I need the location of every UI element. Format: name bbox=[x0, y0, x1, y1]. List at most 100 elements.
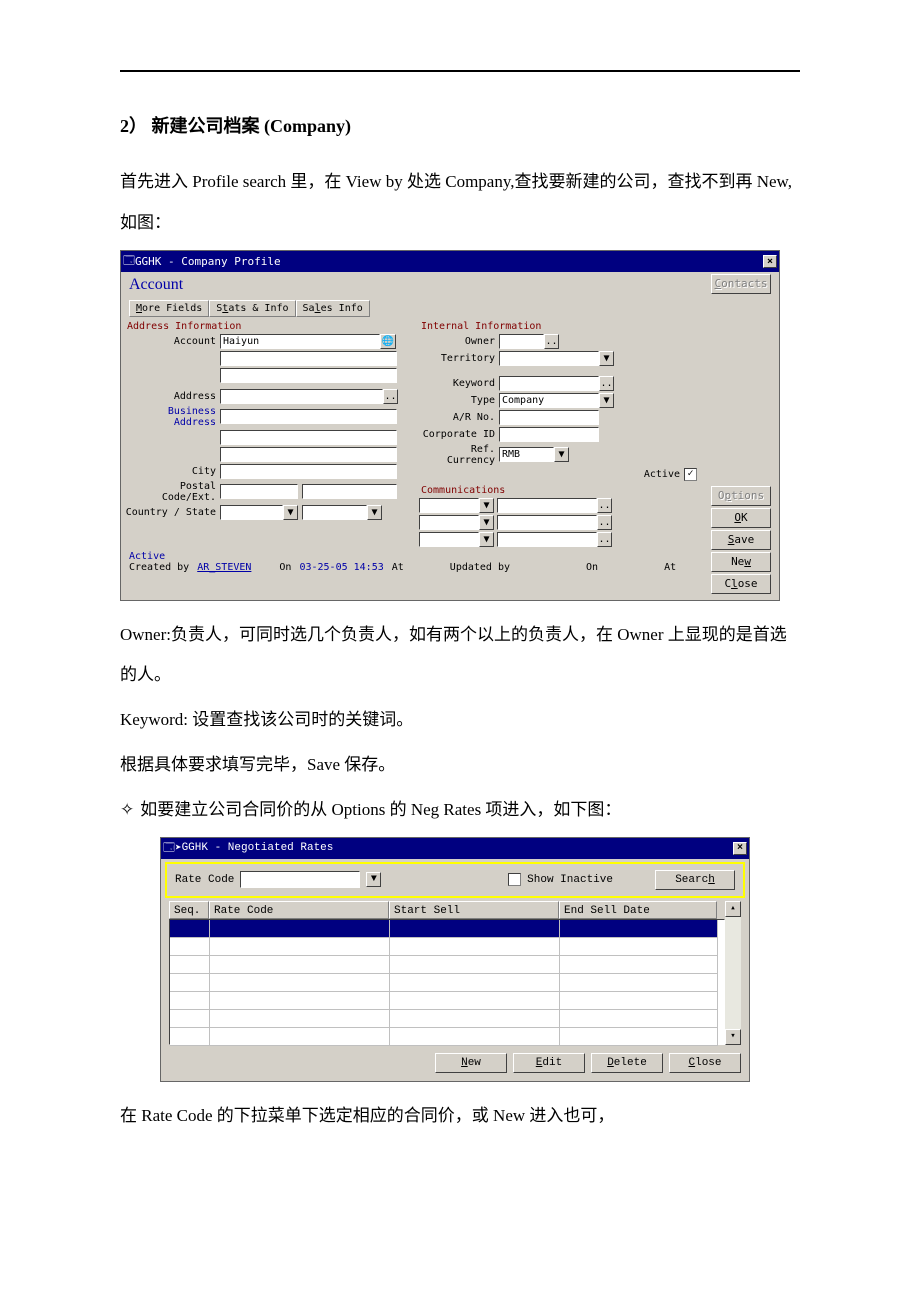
comm-type-3[interactable] bbox=[419, 532, 479, 547]
col-end-sell[interactable]: End Sell Date bbox=[559, 901, 717, 919]
tab-more-fields[interactable]: More Fields bbox=[129, 300, 209, 317]
address-line4[interactable] bbox=[220, 447, 397, 462]
rates-new-button[interactable]: New bbox=[435, 1053, 507, 1073]
address-field[interactable] bbox=[220, 389, 383, 404]
comm-2-button[interactable]: .. bbox=[597, 515, 612, 530]
show-inactive-checkbox[interactable] bbox=[508, 873, 521, 886]
paragraph-6: 在 Rate Code 的下拉菜单下选定相应的合同价，或 New 进入也可， bbox=[120, 1096, 800, 1137]
label-country: Country / State bbox=[125, 507, 220, 518]
country-dropdown[interactable]: ▼ bbox=[283, 505, 298, 520]
created-by-label: Created by bbox=[129, 562, 189, 573]
country-field[interactable] bbox=[220, 505, 283, 520]
refcur-dropdown[interactable]: ▼ bbox=[554, 447, 569, 462]
postal-code-field[interactable] bbox=[220, 484, 298, 499]
label-show-inactive: Show Inactive bbox=[527, 874, 613, 886]
new-button[interactable]: New bbox=[711, 552, 771, 572]
account-line3[interactable] bbox=[220, 368, 397, 383]
state-dropdown[interactable]: ▼ bbox=[367, 505, 382, 520]
screenshot-negotiated-rates: 🗔 ➤ GGHK - Negotiated Rates × Rate Code … bbox=[160, 837, 750, 1082]
close-icon[interactable]: × bbox=[763, 255, 777, 268]
created-on-label: On bbox=[279, 562, 291, 573]
rates-close-button[interactable]: Close bbox=[669, 1053, 741, 1073]
keyword-field[interactable] bbox=[499, 376, 599, 391]
section-heading: 2） 新建公司档案 (Company) bbox=[120, 112, 800, 138]
territory-dropdown[interactable]: ▼ bbox=[599, 351, 614, 366]
table-row bbox=[170, 956, 724, 974]
keyword-browse-button[interactable]: .. bbox=[599, 376, 614, 391]
save-button[interactable]: Save bbox=[711, 530, 771, 550]
label-address: Address bbox=[125, 391, 220, 402]
owner-browse-button[interactable]: .. bbox=[544, 334, 559, 349]
label-type: Type bbox=[419, 395, 499, 406]
close-button[interactable]: Close bbox=[711, 574, 771, 594]
created-by-user[interactable]: AR_STEVEN bbox=[197, 562, 251, 573]
globe-icon[interactable]: 🌐 bbox=[380, 334, 396, 349]
paragraph-5: ✧如要建立公司合同价的从 Options 的 Neg Rates 项进入，如下图… bbox=[120, 790, 800, 831]
rate-code-field[interactable] bbox=[240, 871, 360, 888]
tab-stats-info[interactable]: Stats & Info bbox=[209, 300, 295, 317]
active-checkbox[interactable]: ✓ bbox=[684, 468, 697, 481]
rate-code-dropdown[interactable]: ▼ bbox=[366, 872, 381, 887]
table-row bbox=[170, 992, 724, 1010]
comm-value-2[interactable] bbox=[497, 515, 597, 530]
postal-ext-field[interactable] bbox=[302, 484, 397, 499]
address-line3[interactable] bbox=[220, 430, 397, 445]
label-business-address[interactable]: Business Address bbox=[125, 406, 220, 428]
label-keyword: Keyword bbox=[419, 378, 499, 389]
grid-scrollbar[interactable]: ▴ ▾ bbox=[725, 901, 741, 1045]
label-ar: A/R No. bbox=[419, 412, 499, 423]
account-line2[interactable] bbox=[220, 351, 397, 366]
ok-button[interactable]: OK bbox=[711, 508, 771, 528]
territory-field[interactable] bbox=[499, 351, 599, 366]
window-titlebar-2: 🗔 ➤ GGHK - Negotiated Rates × bbox=[161, 838, 749, 859]
comm-type-2[interactable] bbox=[419, 515, 479, 530]
refcur-field[interactable]: RMB bbox=[499, 447, 554, 462]
tab-sales-info[interactable]: Sales Info bbox=[296, 300, 370, 317]
city-field[interactable] bbox=[220, 464, 397, 479]
ar-field[interactable] bbox=[499, 410, 599, 425]
account-field[interactable]: Haiyun bbox=[220, 334, 380, 349]
paragraph-3: Keyword: 设置查找该公司时的关键词。 bbox=[120, 700, 800, 741]
close-icon-2[interactable]: × bbox=[733, 842, 747, 855]
comm-type-1-dropdown[interactable]: ▼ bbox=[479, 498, 494, 513]
col-rate-code[interactable]: Rate Code bbox=[209, 901, 389, 919]
window-title-2: GGHK - Negotiated Rates bbox=[182, 842, 334, 854]
cursor-icon: ➤ bbox=[175, 841, 182, 855]
table-row bbox=[170, 1028, 724, 1046]
comm-type-2-dropdown[interactable]: ▼ bbox=[479, 515, 494, 530]
type-field[interactable]: Company bbox=[499, 393, 599, 408]
col-start-sell[interactable]: Start Sell bbox=[389, 901, 559, 919]
label-city: City bbox=[125, 466, 220, 477]
page-rule bbox=[120, 70, 800, 72]
window-title: GGHK - Company Profile bbox=[135, 255, 281, 268]
status-active: Active bbox=[129, 551, 703, 562]
table-row bbox=[170, 974, 724, 992]
options-button[interactable]: Options bbox=[711, 486, 771, 506]
business-address-field[interactable] bbox=[220, 409, 397, 424]
paragraph-4: 根据具体要求填写完毕，Save 保存。 bbox=[120, 745, 800, 786]
state-field[interactable] bbox=[302, 505, 367, 520]
rates-delete-button[interactable]: Delete bbox=[591, 1053, 663, 1073]
comm-3-button[interactable]: .. bbox=[597, 532, 612, 547]
paragraph-2: Owner:负责人，可同时选几个负责人，如有两个以上的负责人，在 Owner 上… bbox=[120, 615, 800, 697]
comm-value-1[interactable] bbox=[497, 498, 597, 513]
comm-value-3[interactable] bbox=[497, 532, 597, 547]
table-row bbox=[170, 938, 724, 956]
scroll-up-icon[interactable]: ▴ bbox=[725, 901, 741, 917]
updated-at-label: At bbox=[664, 562, 676, 573]
corp-field[interactable] bbox=[499, 427, 599, 442]
updated-on-label: On bbox=[586, 562, 598, 573]
contacts-button[interactable]: Contacts bbox=[711, 274, 771, 294]
col-seq[interactable]: Seq. bbox=[169, 901, 209, 919]
comm-1-button[interactable]: .. bbox=[597, 498, 612, 513]
search-button[interactable]: Search bbox=[655, 870, 735, 890]
comm-type-1[interactable] bbox=[419, 498, 479, 513]
rates-edit-button[interactable]: Edit bbox=[513, 1053, 585, 1073]
grid-body[interactable] bbox=[169, 919, 725, 1045]
table-row bbox=[170, 1010, 724, 1028]
type-dropdown[interactable]: ▼ bbox=[599, 393, 614, 408]
owner-field[interactable] bbox=[499, 334, 544, 349]
comm-type-3-dropdown[interactable]: ▼ bbox=[479, 532, 494, 547]
address-browse-button[interactable]: .. bbox=[383, 389, 398, 404]
scroll-down-icon[interactable]: ▾ bbox=[725, 1029, 741, 1045]
